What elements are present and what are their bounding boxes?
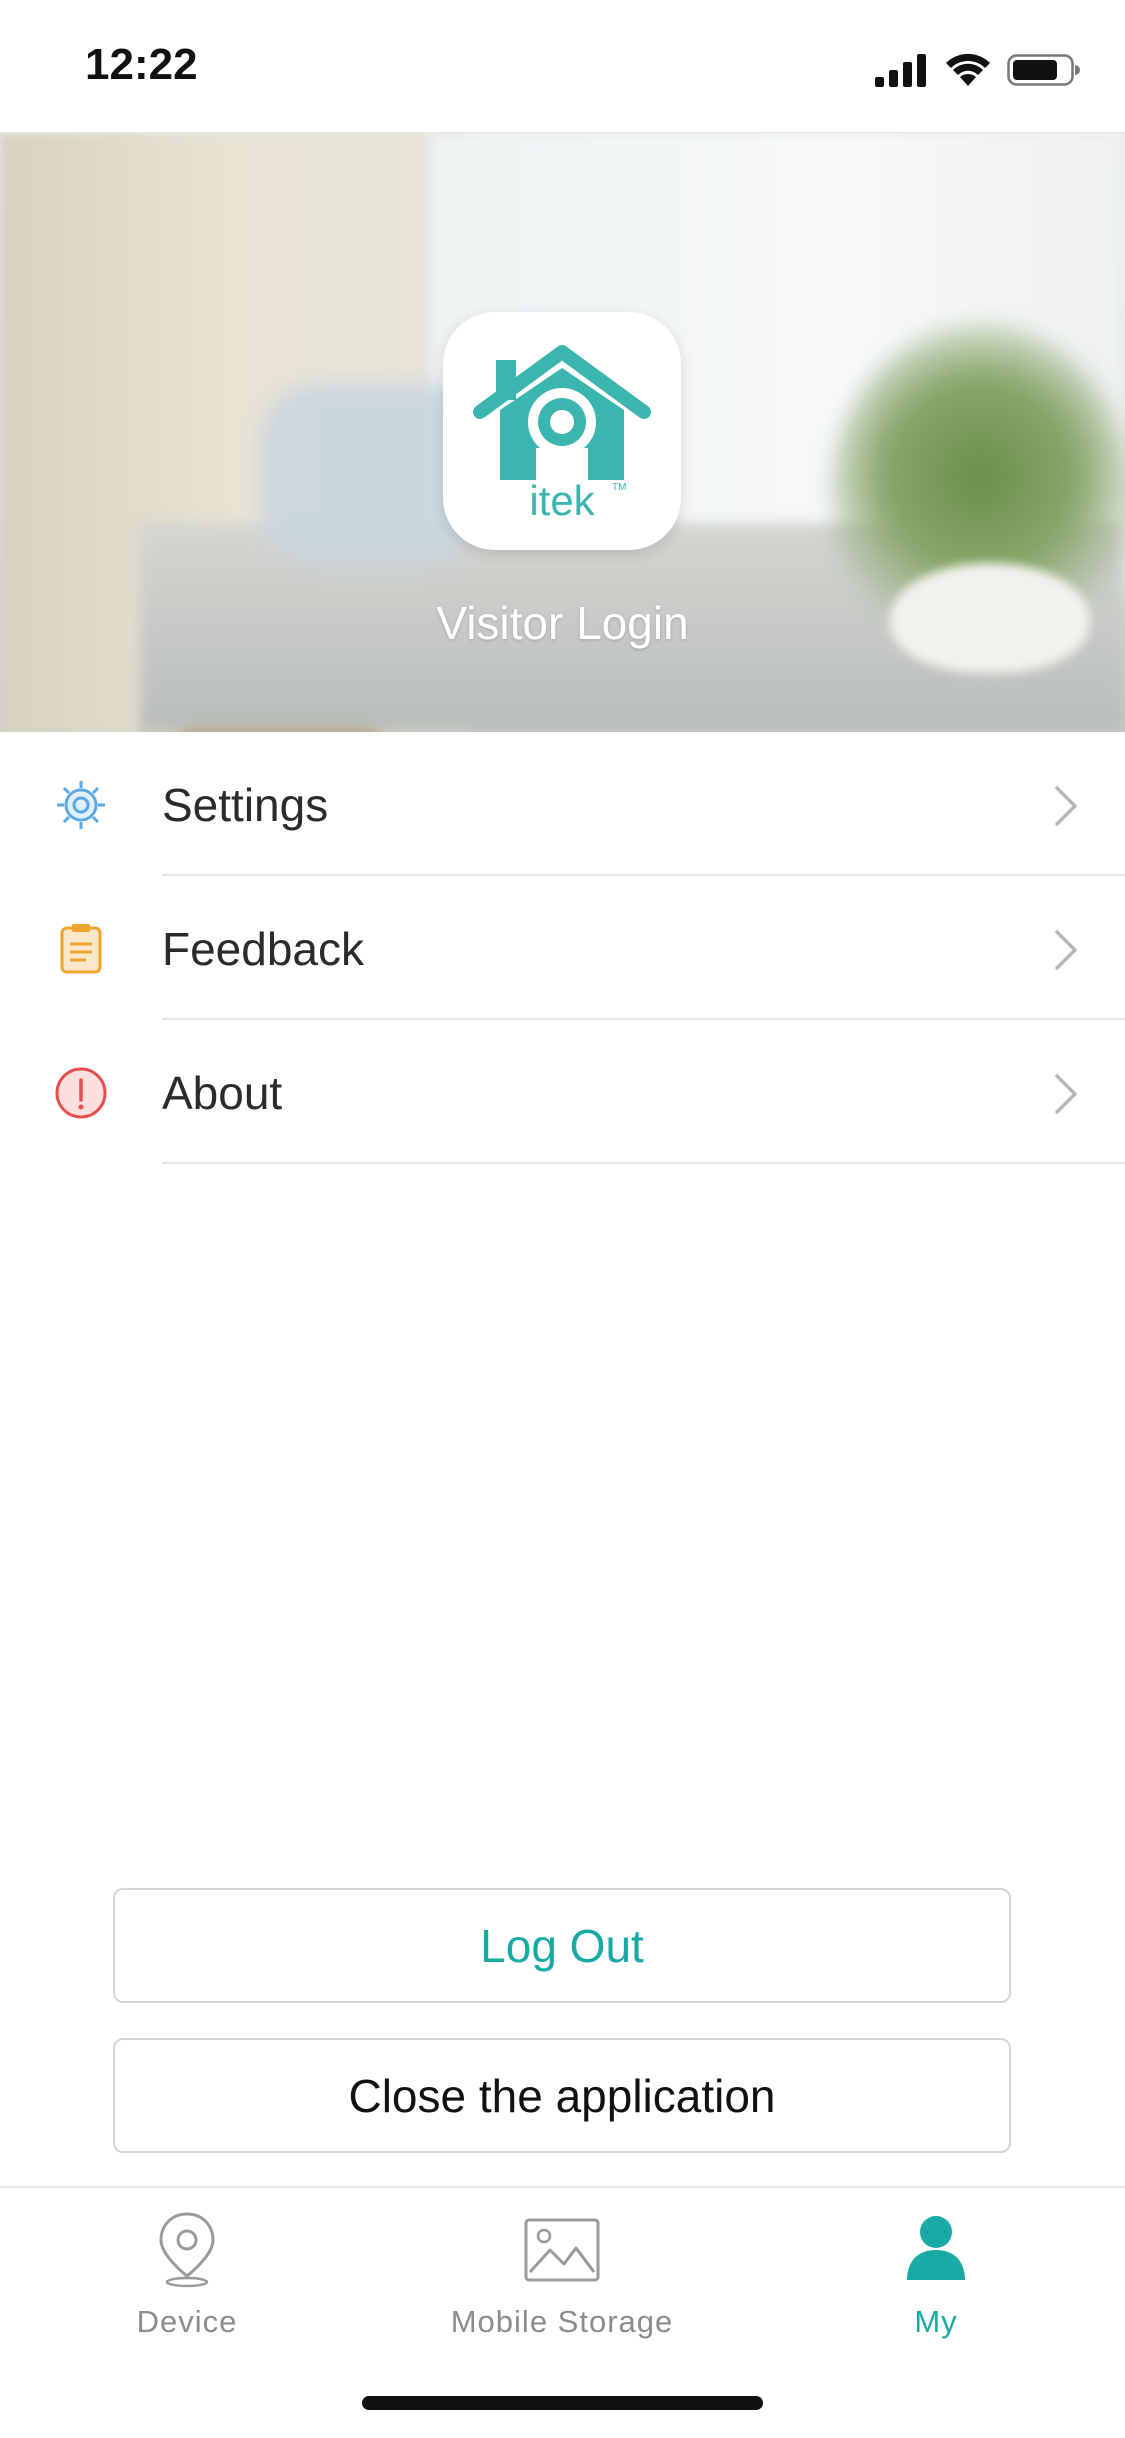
tab-device[interactable]: Device xyxy=(37,2210,337,2340)
tab-my[interactable]: My xyxy=(786,2210,1086,2340)
svg-text:TM: TM xyxy=(612,482,626,493)
image-icon xyxy=(524,2218,600,2282)
wifi-icon xyxy=(946,53,990,86)
person-icon xyxy=(907,2216,965,2280)
menu-item-settings[interactable]: Settings xyxy=(0,732,1125,876)
tab-label: Mobile Storage xyxy=(450,2304,674,2339)
battery-icon xyxy=(1007,54,1080,86)
location-pin-icon xyxy=(159,2212,215,2288)
menu-item-label: About xyxy=(162,1067,283,1119)
menu-list: Settings Feedback About xyxy=(0,732,1125,1164)
itek-logo-icon: itek TM xyxy=(473,345,651,524)
menu-item-about[interactable]: About xyxy=(0,1020,1125,1164)
visitor-login-link[interactable]: Visitor Login xyxy=(0,596,1125,650)
chevron-right-icon xyxy=(1055,930,1077,970)
chevron-right-icon xyxy=(1055,786,1077,826)
gear-icon xyxy=(57,781,105,829)
logout-button[interactable]: Log Out xyxy=(113,1888,1011,2003)
tab-label: My xyxy=(914,2304,958,2339)
divider xyxy=(162,1162,1125,1164)
status-time: 12:22 xyxy=(85,40,198,89)
svg-text:itek: itek xyxy=(529,477,595,524)
tab-mobile-storage[interactable]: Mobile Storage xyxy=(412,2210,712,2340)
clipboard-icon xyxy=(60,924,102,974)
home-indicator[interactable] xyxy=(362,2396,763,2410)
close-application-button[interactable]: Close the application xyxy=(113,2038,1011,2153)
info-icon xyxy=(55,1067,107,1119)
chevron-right-icon xyxy=(1055,1074,1077,1114)
menu-item-label: Settings xyxy=(162,779,329,831)
tab-label: Device xyxy=(136,2304,238,2339)
menu-item-label: Feedback xyxy=(162,923,365,975)
app-logo: itek TM xyxy=(443,312,681,550)
menu-item-feedback[interactable]: Feedback xyxy=(0,876,1125,1020)
cellular-signal-icon xyxy=(875,54,926,87)
status-icons xyxy=(875,48,1081,92)
status-bar: 12:22 xyxy=(0,0,1125,133)
